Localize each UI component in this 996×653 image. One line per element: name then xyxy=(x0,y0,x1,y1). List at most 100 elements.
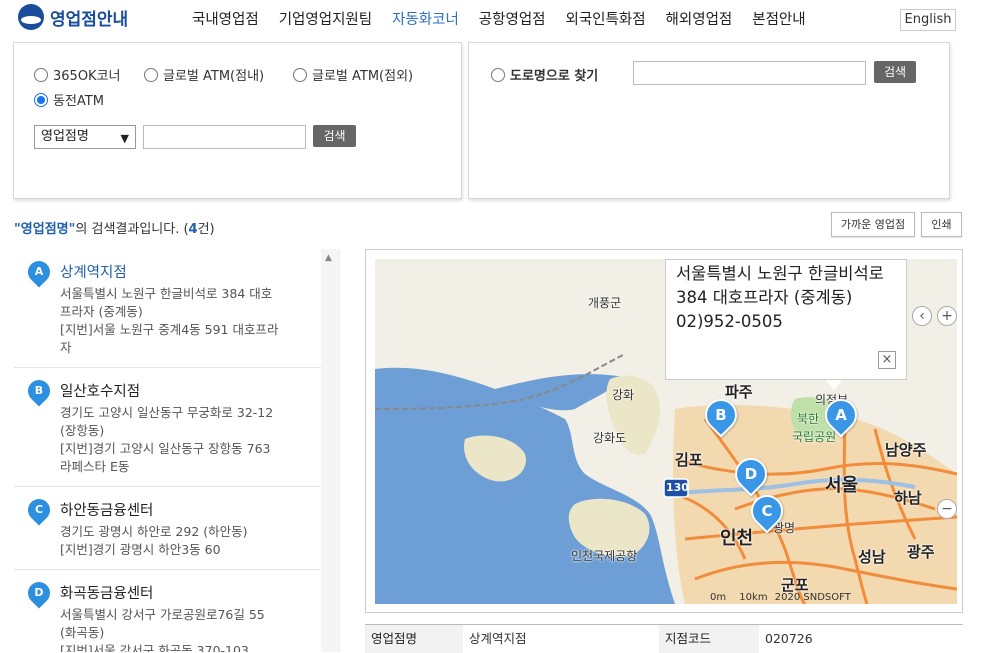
detail-code-label: 지점코드 xyxy=(659,625,759,653)
nearby-branch-button[interactable]: 가까운 영업점 xyxy=(831,212,915,237)
zoom-in-icon[interactable]: + xyxy=(937,306,957,326)
map-label-ganghwado: 강화도 xyxy=(593,431,627,445)
map-label-bukhan: 북한 xyxy=(797,412,820,426)
nav-automation-corner[interactable]: 자동화코너 xyxy=(392,8,459,29)
list-scrollbar[interactable]: ▲ xyxy=(321,249,339,652)
nav-overseas[interactable]: 해외영업점 xyxy=(666,8,733,29)
radio-button[interactable] xyxy=(491,67,505,82)
radio-road-name[interactable]: 도로명으로 찾기 xyxy=(491,65,598,84)
nav-corporate[interactable]: 기업영업지원팀 xyxy=(279,8,372,29)
marker-d-icon: D xyxy=(23,577,55,609)
map-label-incheon-airport: 인천국제공항 xyxy=(571,549,638,563)
map-label-hanam: 하남 xyxy=(894,489,922,507)
scroll-up-icon[interactable]: ▲ xyxy=(325,253,332,263)
infowindow-address: 서울특별시 노원구 한글비석로 384 대호프라자 (중계동) xyxy=(676,264,884,307)
map-scale: 0m 10km 2020 SNDSOFT xyxy=(710,592,851,603)
branch-lot-address: 자 xyxy=(60,340,72,355)
branch-address: 서울특별시 강서구 가로공원로76길 55 xyxy=(60,607,265,622)
branch-address: 경기도 광명시 하안로 292 (하안동) xyxy=(60,524,248,539)
search-panel-road: 도로명으로 찾기 검색 xyxy=(468,42,950,199)
branch-address: (장항동) xyxy=(60,423,105,438)
branch-lot-address: [지번]경기 고양시 일산동구 장항동 763 xyxy=(60,441,271,456)
branch-address: (화곡동) xyxy=(60,625,105,640)
list-item[interactable]: B 일산호수지점 경기도 고양시 일산동구 무궁화로 32-12 (장항동) [… xyxy=(14,368,339,487)
english-button[interactable]: English xyxy=(900,9,956,31)
map-infowindow: 서울특별시 노원구 한글비석로 384 대호프라자 (중계동) 02)952-0… xyxy=(665,259,907,390)
branch-lot-address: [지번]서울 노원구 중계4동 591 대호프라 xyxy=(60,322,279,337)
nav-headquarters[interactable]: 본점안내 xyxy=(752,8,805,29)
zoom-out-icon[interactable]: − xyxy=(937,499,957,519)
list-item[interactable]: A 상계역지점 서울특별시 노원구 한글비석로 384 대호 프라자 (중계동)… xyxy=(14,249,339,368)
radio-global-atm-inside[interactable]: 글로벌 ATM(점내) xyxy=(144,65,264,84)
detail-name-value: 상계역지점 xyxy=(469,631,527,646)
search-type-select[interactable]: 영업점명 ▼ xyxy=(34,125,136,149)
nav-airport[interactable]: 공항영업점 xyxy=(479,8,546,29)
result-keyword: "영업점명" xyxy=(14,222,76,237)
map-container: 개풍군 파주 강화 강화도 김포 서울 인천 광명 인천국제공항 남양주 하남 … xyxy=(365,249,963,613)
radio-button[interactable] xyxy=(293,67,307,82)
branch-lot-address: 라페스타 E동 xyxy=(60,459,130,474)
main-nav: 국내영업점 기업영업지원팀 자동화코너 공항영업점 외국인특화점 해외영업점 본… xyxy=(192,8,826,29)
branch-lot-address: [지번]서울 강서구 화곡동 370-103 xyxy=(60,643,249,652)
route-number: 130 xyxy=(666,481,689,494)
branch-name[interactable]: 하안동금융센터 xyxy=(60,499,325,520)
marker-b-icon: B xyxy=(23,375,55,407)
radio-label: 동전ATM xyxy=(53,94,104,109)
infowindow-phone: 02)952-0505 xyxy=(676,312,783,331)
road-search-input[interactable] xyxy=(633,61,866,85)
nav-domestic[interactable]: 국내영업점 xyxy=(192,8,259,29)
map-label-gimpo: 김포 xyxy=(675,451,703,469)
map-label-namyangju: 남양주 xyxy=(885,441,927,459)
map-label-paju: 파주 xyxy=(725,383,753,401)
map-label-gwangju: 광주 xyxy=(907,543,935,561)
map-label-incheon: 인천 xyxy=(720,528,754,549)
list-item[interactable]: C 하안동금융센터 경기도 광명시 하안로 292 (하안동) [지번]경기 광… xyxy=(14,487,339,570)
nav-foreigner[interactable]: 외국인특화점 xyxy=(566,8,646,29)
search-button[interactable]: 검색 xyxy=(313,125,356,147)
road-search-button[interactable]: 검색 xyxy=(874,61,916,83)
radio-button[interactable] xyxy=(144,67,158,82)
radio-label: 도로명으로 찾기 xyxy=(510,69,599,84)
radio-coin-atm[interactable]: 동전ATM xyxy=(34,90,104,109)
header: 영업점안내 국내영업점 기업영업지원팀 자동화코너 공항영업점 외국인특화점 해… xyxy=(0,0,996,38)
select-value: 영업점명 xyxy=(41,129,89,144)
search-panel-type: 365OK코너 글로벌 ATM(점내) 글로벌 ATM(점외) 동전ATM 영업… xyxy=(13,42,462,199)
detail-code-value: 020726 xyxy=(765,631,813,646)
radio-label: 글로벌 ATM(점외) xyxy=(312,69,414,84)
close-icon[interactable]: × xyxy=(878,351,896,369)
branch-name[interactable]: 일산호수지점 xyxy=(60,380,325,401)
logo-icon xyxy=(18,4,44,30)
search-input[interactable] xyxy=(143,125,306,149)
map-label-seoul: 서울 xyxy=(825,475,859,496)
result-text: 의 검색결과입니다. ( xyxy=(75,222,189,237)
marker-c-icon: C xyxy=(23,494,55,526)
branch-address: 프라자 (중계동) xyxy=(60,304,143,319)
map-label-ganghwa: 강화 xyxy=(612,388,635,402)
branch-address: 서울특별시 노원구 한글비석로 384 대호 xyxy=(60,286,273,301)
branch-name[interactable]: 화곡동금융센터 xyxy=(60,582,325,603)
logo-text: 영업점안내 xyxy=(50,9,129,30)
result-suffix: 건) xyxy=(197,222,215,237)
map-label-seongnam: 성남 xyxy=(858,548,886,566)
pan-left-icon[interactable]: ‹ xyxy=(912,306,932,326)
radio-button-checked[interactable] xyxy=(34,92,48,107)
radio-global-atm-outside[interactable]: 글로벌 ATM(점외) xyxy=(293,65,413,84)
branch-detail-table: 영업점명 상계역지점 지점코드 020726 xyxy=(365,624,963,653)
radio-365ok[interactable]: 365OK코너 xyxy=(34,65,121,84)
map-label-national-park: 국립공원 xyxy=(792,430,837,444)
list-item[interactable]: D 화곡동금융센터 서울특별시 강서구 가로공원로76길 55 (화곡동) [지… xyxy=(14,570,339,652)
map[interactable]: 개풍군 파주 강화 강화도 김포 서울 인천 광명 인천국제공항 남양주 하남 … xyxy=(375,259,957,604)
branch-list: A 상계역지점 서울특별시 노원구 한글비석로 384 대호 프라자 (중계동)… xyxy=(14,249,340,652)
radio-button[interactable] xyxy=(34,67,48,82)
branch-address: 경기도 고양시 일산동구 무궁화로 32-12 xyxy=(60,405,274,420)
radio-label: 365OK코너 xyxy=(53,69,121,84)
result-count: 4 xyxy=(188,222,198,237)
branch-lot-address: [지번]경기 광명시 하안3동 60 xyxy=(60,542,221,557)
branch-name[interactable]: 상계역지점 xyxy=(60,261,325,282)
chevron-down-icon: ▼ xyxy=(120,132,129,145)
radio-label: 글로벌 ATM(점내) xyxy=(163,69,265,84)
result-summary: "영업점명"의 검색결과입니다. (4건) xyxy=(14,218,215,237)
logo[interactable]: 영업점안내 xyxy=(18,4,128,30)
print-button[interactable]: 인쇄 xyxy=(921,212,962,237)
marker-a-icon: A xyxy=(23,256,55,288)
